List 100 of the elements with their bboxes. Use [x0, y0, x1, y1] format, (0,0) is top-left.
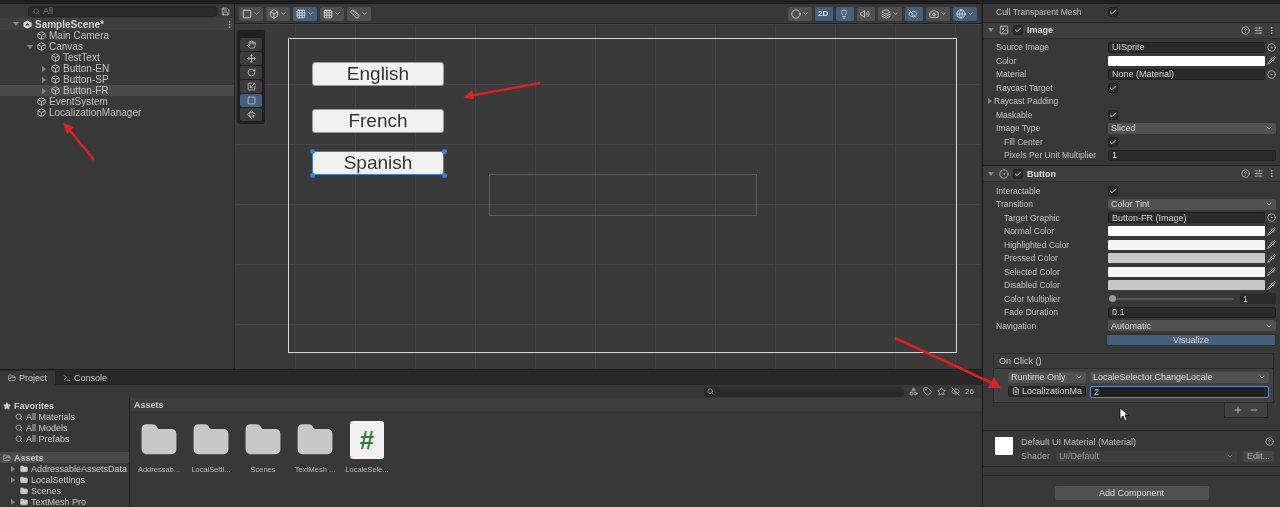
- eyedropper-icon[interactable]: [1267, 253, 1276, 263]
- sliders-icon[interactable]: [1254, 169, 1263, 178]
- tool-button[interactable]: [240, 94, 262, 107]
- folder-item[interactable]: TextMesh Pro: [0, 496, 129, 507]
- caret-icon[interactable]: [253, 10, 260, 17]
- caret-icon[interactable]: [802, 10, 809, 17]
- caret-icon[interactable]: [361, 10, 368, 17]
- assets-root[interactable]: Assets: [0, 452, 129, 463]
- dropdown[interactable]: Runtime Only: [1008, 371, 1086, 383]
- color-field[interactable]: [1108, 253, 1265, 264]
- ui-button[interactable]: French: [312, 109, 444, 133]
- checkbox[interactable]: [1108, 185, 1118, 196]
- selection-handle[interactable]: [310, 149, 315, 154]
- toolbar-button[interactable]: [293, 6, 317, 21]
- toolbar-button[interactable]: [239, 6, 263, 21]
- folder-item[interactable]: Scenes: [0, 485, 129, 496]
- caret-icon[interactable]: [940, 10, 947, 17]
- help-icon[interactable]: [1241, 25, 1250, 35]
- save-icon[interactable]: [221, 6, 230, 16]
- dropdown[interactable]: UI/Default: [1056, 450, 1237, 462]
- checkbox[interactable]: [1108, 82, 1118, 93]
- toolbar-button[interactable]: [857, 6, 875, 21]
- foldout-arrow-icon[interactable]: [13, 21, 19, 27]
- foldout-arrow-icon[interactable]: [988, 27, 994, 33]
- eyedropper-icon[interactable]: [1267, 267, 1276, 277]
- color-field[interactable]: [1108, 266, 1265, 277]
- object-field[interactable]: UISprite: [1108, 41, 1265, 53]
- foldout-arrow-icon[interactable]: [10, 465, 16, 472]
- tool-button[interactable]: [240, 80, 262, 93]
- toolbar-button[interactable]: [953, 6, 977, 21]
- checkbox[interactable]: [1108, 6, 1118, 17]
- star-icon[interactable]: [937, 387, 947, 396]
- hierarchy-item[interactable]: Button-EN: [0, 63, 234, 74]
- script-icon[interactable]: #: [350, 421, 384, 459]
- slider-thumb[interactable]: [1109, 294, 1116, 302]
- toolbar-button[interactable]: 2D: [815, 6, 833, 21]
- sliders-icon[interactable]: [1254, 25, 1263, 35]
- number-field[interactable]: 1: [1108, 149, 1276, 161]
- scene-header[interactable]: SampleScene*: [0, 18, 234, 30]
- hierarchy-item[interactable]: EventSystem: [0, 96, 234, 107]
- toolbar-button[interactable]: [347, 6, 371, 21]
- caret-icon[interactable]: [307, 10, 314, 17]
- hierarchy-item[interactable]: Button-SP: [0, 74, 234, 85]
- caret-icon[interactable]: [967, 10, 974, 17]
- target-icon[interactable]: [1267, 42, 1276, 52]
- caret-icon[interactable]: [280, 10, 287, 17]
- ui-button[interactable]: Spanish: [312, 151, 444, 175]
- panel-tab[interactable]: Console: [55, 371, 116, 385]
- add-component-button[interactable]: Add Component: [1054, 486, 1209, 500]
- number-field[interactable]: 1: [1240, 293, 1276, 305]
- slider-track[interactable]: [1112, 297, 1234, 300]
- foldout-arrow-icon[interactable]: [41, 87, 47, 94]
- foldout-arrow-icon[interactable]: [41, 76, 47, 83]
- checkbox[interactable]: [1013, 25, 1023, 35]
- hierarchy-item[interactable]: Main Camera: [0, 30, 234, 41]
- more-icon[interactable]: [1267, 25, 1276, 35]
- toolbar-button[interactable]: [266, 6, 290, 21]
- checkbox[interactable]: [1108, 109, 1118, 120]
- dropdown[interactable]: Automatic: [1108, 320, 1276, 332]
- shapes-icon[interactable]: [909, 387, 919, 396]
- panel-tab[interactable]: Project: [0, 371, 55, 385]
- toolbar-button[interactable]: [836, 6, 854, 21]
- hierarchy-item[interactable]: Button-FR: [0, 85, 234, 96]
- color-field[interactable]: [1108, 280, 1265, 291]
- dropdown[interactable]: LocaleSelector.ChangeLocale: [1090, 371, 1269, 383]
- dropdown[interactable]: Color Tint: [1108, 198, 1276, 210]
- toolbar-button[interactable]: [320, 6, 344, 21]
- folder-item[interactable]: LocalSettings: [0, 474, 129, 485]
- toolbar-button[interactable]: [788, 6, 812, 21]
- selection-handle[interactable]: [442, 149, 447, 154]
- favorite-item[interactable]: All Materials: [0, 411, 129, 422]
- color-field[interactable]: [1108, 55, 1265, 66]
- checkbox[interactable]: [1013, 168, 1023, 179]
- foldout-arrow-icon[interactable]: [10, 476, 16, 483]
- hierarchy-item[interactable]: LocalizationManager: [0, 107, 234, 118]
- add-button[interactable]: [1233, 404, 1243, 415]
- favorite-item[interactable]: All Models: [0, 422, 129, 433]
- number-field[interactable]: 0.1: [1108, 306, 1276, 318]
- selection-handle[interactable]: [310, 173, 315, 178]
- tool-button[interactable]: [240, 38, 262, 51]
- object-field[interactable]: Button-FR (Image): [1108, 212, 1265, 224]
- color-field[interactable]: [1108, 226, 1265, 237]
- search-field[interactable]: [704, 386, 905, 397]
- eye-off-icon[interactable]: [951, 387, 961, 396]
- object-field[interactable]: LocalizationMa: [1008, 385, 1086, 397]
- help-icon[interactable]: [1265, 437, 1274, 446]
- caret-icon[interactable]: [892, 10, 899, 17]
- tool-button[interactable]: [240, 108, 262, 121]
- toolbar-button[interactable]: [905, 6, 923, 21]
- color-field[interactable]: [1108, 239, 1265, 250]
- folder-item[interactable]: AddressableAssetsData: [0, 463, 129, 474]
- checkbox[interactable]: [1108, 136, 1118, 147]
- foldout-arrow-icon[interactable]: [41, 65, 47, 72]
- foldout-arrow-icon[interactable]: [987, 98, 993, 105]
- object-field[interactable]: None (Material): [1108, 68, 1265, 80]
- visualize-button[interactable]: Visualize: [1106, 333, 1276, 346]
- foldout-arrow-icon[interactable]: [10, 498, 16, 505]
- tool-button[interactable]: [240, 52, 262, 65]
- edit-button[interactable]: Edit...: [1243, 450, 1274, 462]
- more-icon[interactable]: [225, 19, 234, 29]
